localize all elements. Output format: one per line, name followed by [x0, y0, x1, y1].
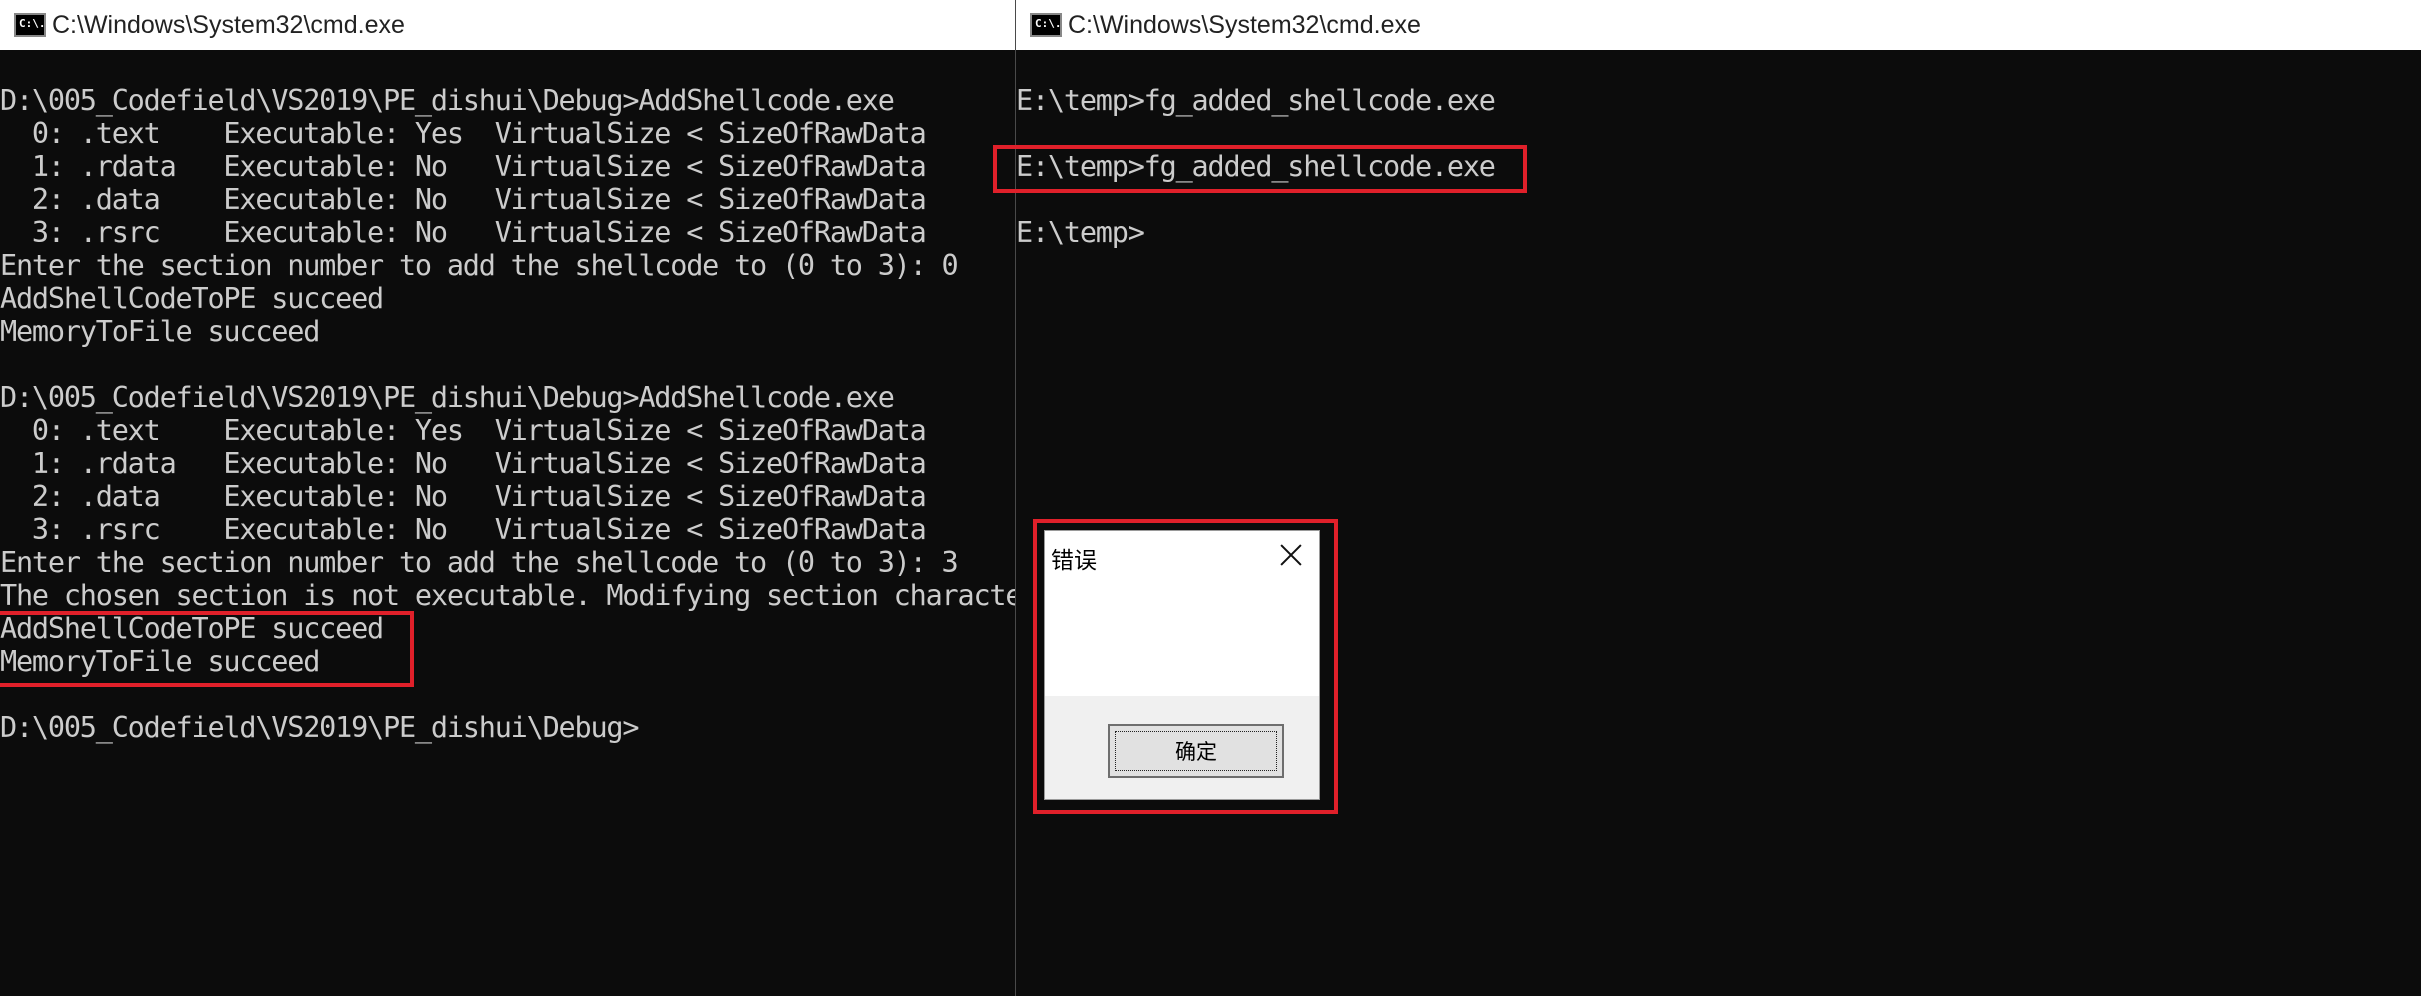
window-title: C:\Windows\System32\cmd.exe [52, 10, 405, 39]
console-line: 1: .rdata Executable: No VirtualSize < S… [0, 150, 927, 183]
highlight-box-dialog [1033, 519, 1338, 814]
console-line: 3: .rsrc Executable: No VirtualSize < Si… [0, 216, 927, 249]
cmd-icon: C:\. [14, 13, 46, 37]
console-line: 2: .data Executable: No VirtualSize < Si… [0, 480, 927, 513]
console-line: 3: .rsrc Executable: No VirtualSize < Si… [0, 513, 927, 546]
console-line: E:\temp> [1016, 216, 1145, 249]
console-line: Enter the section number to add the shel… [0, 249, 959, 282]
highlight-box-succeed [0, 611, 414, 687]
highlight-box-command [993, 145, 1527, 193]
console-line: D:\005_Codefield\VS2019\PE_dishui\Debug>… [0, 84, 895, 117]
console-line: MemoryToFile succeed [0, 315, 320, 348]
console-line: D:\005_Codefield\VS2019\PE_dishui\Debug>… [0, 381, 895, 414]
console-line: 2: .data Executable: No VirtualSize < Si… [0, 183, 927, 216]
console-line: Enter the section number to add the shel… [0, 546, 959, 579]
console-line: 0: .text Executable: Yes VirtualSize < S… [0, 117, 927, 150]
console-line: 1: .rdata Executable: No VirtualSize < S… [0, 447, 927, 480]
title-bar[interactable]: C:\. C:\Windows\System32\cmd.exe [0, 0, 1015, 50]
console-line: D:\005_Codefield\VS2019\PE_dishui\Debug> [0, 711, 640, 744]
console-line: 0: .text Executable: Yes VirtualSize < S… [0, 414, 927, 447]
title-bar[interactable]: C:\. C:\Windows\System32\cmd.exe [1016, 0, 2421, 50]
console-line: E:\temp>fg_added_shellcode.exe [1016, 84, 1496, 117]
console-line: The chosen section is not executable. Mo… [0, 579, 1015, 612]
console-line: AddShellCodeToPE succeed [0, 282, 384, 315]
cmd-icon: C:\. [1030, 13, 1062, 37]
window-title: C:\Windows\System32\cmd.exe [1068, 10, 1421, 39]
cmd-window-left[interactable]: C:\. C:\Windows\System32\cmd.exe D:\005_… [0, 0, 1015, 996]
